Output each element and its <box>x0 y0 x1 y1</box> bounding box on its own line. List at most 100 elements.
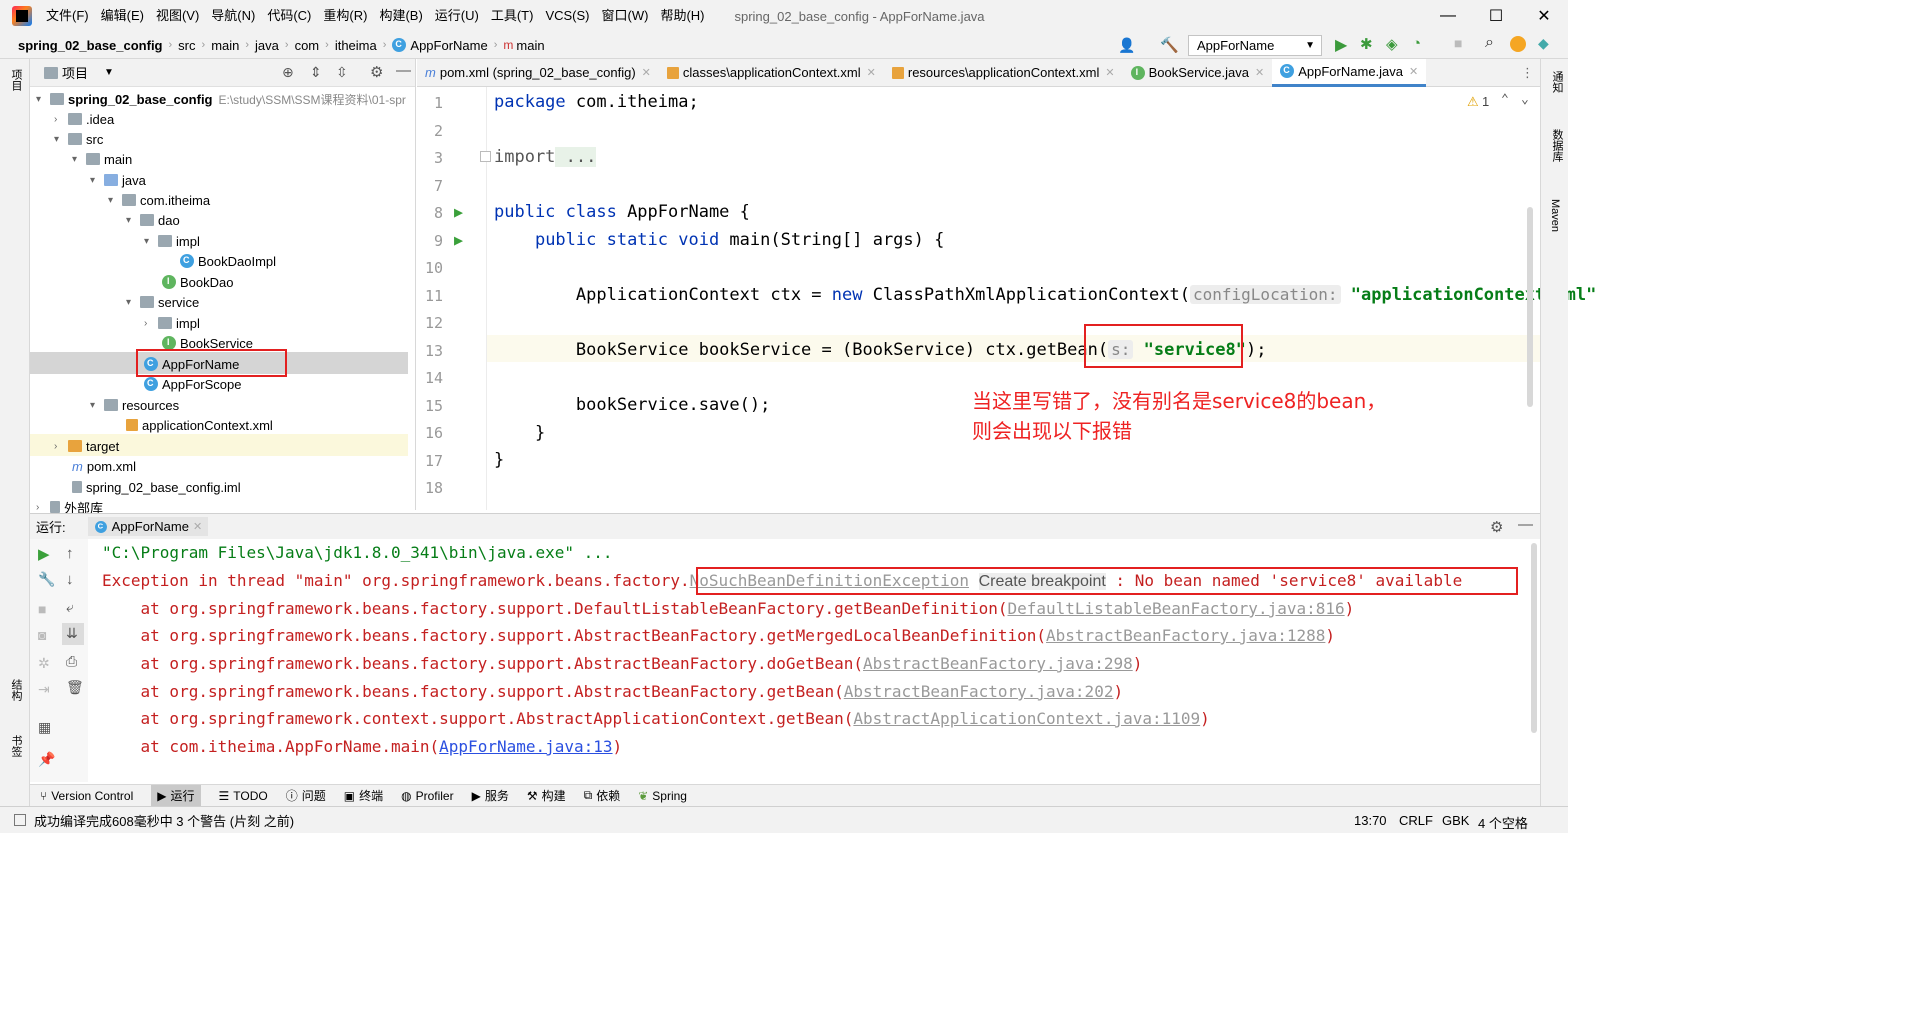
close-icon[interactable]: ✕ <box>642 66 651 79</box>
rerun-icon[interactable]: ▶ <box>38 545 50 563</box>
menu-vcs[interactable]: VCS(S) <box>539 0 595 32</box>
tab-resources-xml[interactable]: resources\applicationContext.xml ✕ <box>884 59 1123 87</box>
search-icon[interactable]: ⌕ <box>1485 34 1494 52</box>
strip-project[interactable]: 项目 <box>8 69 24 91</box>
exit-icon[interactable]: ⇥ <box>38 681 50 698</box>
tree-item[interactable]: m pom.xml <box>72 456 136 476</box>
breadcrumb-method[interactable]: main <box>516 38 544 53</box>
breadcrumb-class[interactable]: AppForName <box>410 38 487 53</box>
menu-window[interactable]: 窗口(W) <box>596 0 655 32</box>
stack-link[interactable]: AbstractBeanFactory.java:298 <box>863 654 1133 673</box>
scrollbar[interactable] <box>1527 207 1533 407</box>
caret-position[interactable]: 13:70 <box>1354 813 1387 828</box>
menu-edit[interactable]: 编辑(E) <box>95 0 150 32</box>
coverage-icon[interactable]: ◈ <box>1386 35 1398 53</box>
tool-run[interactable]: ▶ 运行 <box>151 785 201 806</box>
tab-classes-xml[interactable]: classes\applicationContext.xml ✕ <box>659 59 884 87</box>
tree-item[interactable]: ▾ impl <box>144 231 200 251</box>
stop-icon[interactable]: ■ <box>38 601 46 617</box>
profile-icon[interactable]: ◔ <box>1412 35 1421 52</box>
tree-root[interactable]: ▾ spring_02_base_config E:\study\SSM\SSM课程… <box>36 89 406 109</box>
expand-all-icon[interactable]: ⇕ <box>310 64 322 81</box>
tool-terminal[interactable]: ▣ 终端 <box>344 787 383 804</box>
tree-item[interactable]: applicationContext.xml <box>126 415 273 435</box>
tool-services[interactable]: ▶ 服务 <box>472 787 509 804</box>
tree-item[interactable]: ▾ src <box>54 129 103 149</box>
tree-item[interactable]: ▾ dao <box>126 210 180 230</box>
toolbox-icon[interactable]: ◆ <box>1538 35 1549 52</box>
tab-pom[interactable]: m pom.xml (spring_02_base_config) ✕ <box>417 59 659 87</box>
status-message[interactable]: 成功编译完成608毫秒中 3 个警告 (片刻 之前) <box>34 811 294 830</box>
debug-icon[interactable]: ✱ <box>1360 35 1373 53</box>
tab-appforname[interactable]: AppForName.java ✕ <box>1272 58 1427 87</box>
indent-setting[interactable]: 4 个空格 <box>1478 813 1528 832</box>
run-tab[interactable]: AppForName ✕ <box>87 517 209 536</box>
tool-problems[interactable]: ⓘ 问题 <box>286 787 326 804</box>
tree-item[interactable]: BookDao <box>162 272 233 292</box>
arrow-down-icon[interactable]: ↓ <box>66 571 74 588</box>
run-gutter-icon[interactable]: ▶ <box>454 231 463 249</box>
tree-item[interactable]: ▾ resources <box>90 395 179 415</box>
menu-code[interactable]: 代码(C) <box>261 0 317 32</box>
menu-help[interactable]: 帮助(H) <box>654 0 710 32</box>
menu-tools[interactable]: 工具(T) <box>485 0 540 32</box>
stack-link[interactable]: AbstractBeanFactory.java:202 <box>844 682 1114 701</box>
menu-view[interactable]: 视图(V) <box>150 0 205 32</box>
code-editor[interactable]: 1 2 3 7 8 9 10 11 12 13 14 15 16 17 18 ▶… <box>417 87 1596 510</box>
settings-icon[interactable]: ✲ <box>38 655 50 672</box>
print-icon[interactable]: ⎙ <box>66 653 77 670</box>
layout-icon[interactable]: ▦ <box>38 719 51 736</box>
strip-maven[interactable]: Maven <box>1549 199 1561 232</box>
user-icon[interactable]: 👤 <box>1118 37 1135 54</box>
tree-item[interactable]: ▾ com.itheima <box>108 190 210 210</box>
tree-item[interactable]: AppForScope <box>144 374 242 394</box>
close-icon[interactable]: ✕ <box>193 520 202 533</box>
menu-navigate[interactable]: 导航(N) <box>205 0 261 32</box>
menu-run[interactable]: 运行(U) <box>429 0 485 32</box>
close-icon[interactable]: ✕ <box>867 66 876 79</box>
scrollbar[interactable] <box>1531 543 1537 733</box>
collapse-all-icon[interactable]: ⇳ <box>336 64 348 81</box>
run-config-select[interactable]: AppForName ▼ <box>1188 35 1322 56</box>
tool-todo[interactable]: ☰ TODO <box>219 789 268 803</box>
gear-icon[interactable]: ⚙ <box>370 63 383 81</box>
stack-link[interactable]: AppForName.java:13 <box>439 737 612 756</box>
warning-count[interactable]: 1 <box>1482 94 1489 109</box>
strip-notifications[interactable]: 通知 <box>1549 71 1565 93</box>
breadcrumb-main[interactable]: main <box>211 38 239 53</box>
menu-build[interactable]: 构建(B) <box>373 0 428 32</box>
tree-item[interactable]: › impl <box>144 313 200 333</box>
hide-icon[interactable]: — <box>396 62 411 79</box>
update-icon[interactable] <box>1510 36 1526 52</box>
camera-icon[interactable]: ◙ <box>38 627 46 643</box>
minimize-icon[interactable]: — <box>1424 0 1472 32</box>
gear-icon[interactable]: ⚙ <box>1490 518 1503 536</box>
breadcrumb-itheima[interactable]: itheima <box>335 38 377 53</box>
arrow-up-icon[interactable]: ↑ <box>66 545 74 562</box>
trash-icon[interactable]: 🗑 <box>66 679 84 696</box>
line-separator[interactable]: CRLF <box>1399 813 1433 828</box>
tree-item[interactable]: ▾ java <box>90 170 146 190</box>
tree-item[interactable]: › .idea <box>54 109 114 129</box>
build-hammer-icon[interactable]: 🔨 <box>1160 36 1179 54</box>
pin-icon[interactable]: 📌 <box>38 751 55 768</box>
close-icon[interactable]: ✕ <box>1409 65 1418 78</box>
breadcrumb-java[interactable]: java <box>255 38 279 53</box>
stack-link[interactable]: DefaultListableBeanFactory.java:816 <box>1007 599 1344 618</box>
breadcrumb-com[interactable]: com <box>295 38 320 53</box>
console-output[interactable]: "C:\Program Files\Java\jdk1.8.0_341\bin\… <box>88 539 1528 782</box>
fold-icon[interactable] <box>480 151 491 162</box>
tool-profiler[interactable]: ◍ Profiler <box>401 789 454 803</box>
breadcrumb-src[interactable]: src <box>178 38 195 53</box>
breadcrumb-project[interactable]: spring_02_base_config <box>18 38 163 53</box>
tree-item[interactable]: ▾ service <box>126 292 199 312</box>
strip-structure[interactable]: 结构 <box>8 679 24 701</box>
menu-file[interactable]: 文件(F) <box>40 0 95 32</box>
tool-spring[interactable]: ❦ Spring <box>638 789 687 803</box>
soft-wrap-icon[interactable]: ⤶ <box>66 599 74 616</box>
strip-database[interactable]: 数据库 <box>1549 129 1565 162</box>
tool-build[interactable]: ⚒ 构建 <box>527 787 566 804</box>
menu-refactor[interactable]: 重构(R) <box>317 0 373 32</box>
stack-link[interactable]: AbstractApplicationContext.java:1109 <box>853 709 1200 728</box>
chevron-up-icon[interactable]: ⌃ <box>1501 92 1509 107</box>
